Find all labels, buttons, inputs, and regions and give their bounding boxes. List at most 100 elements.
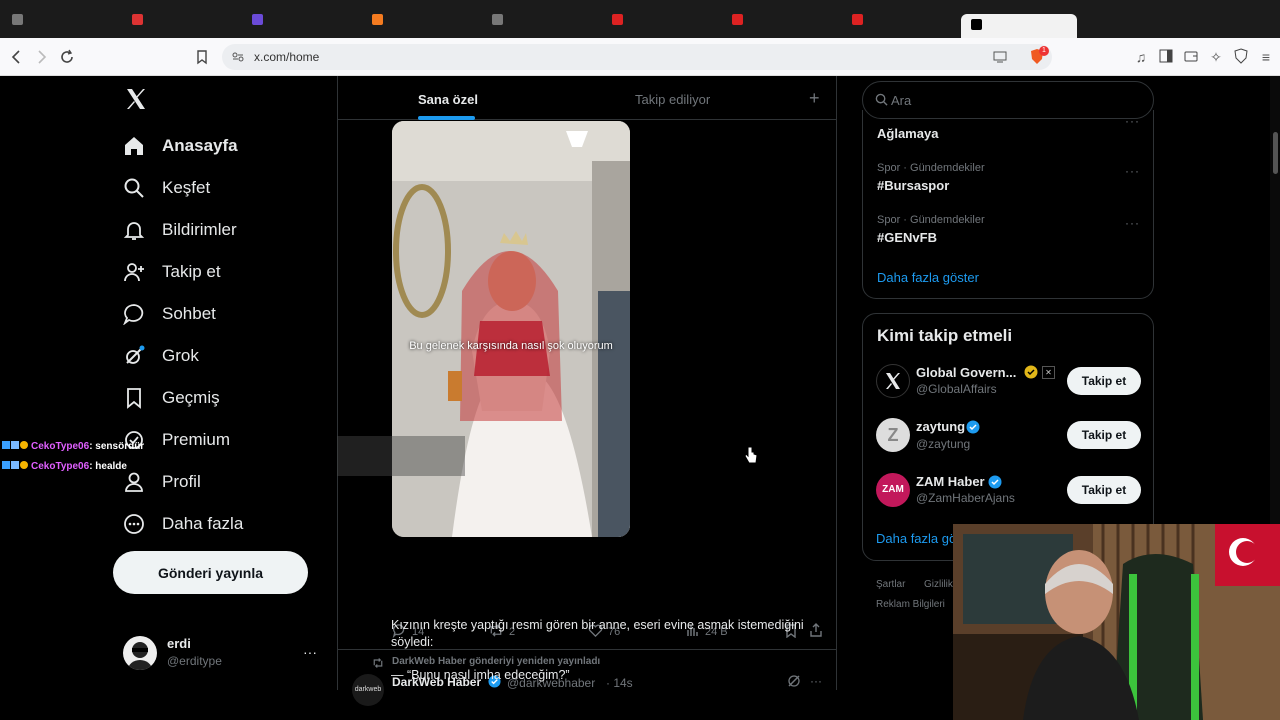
chat-username: CekoType06 [31, 461, 90, 472]
trends-card: Ağlamaya ··· Spor · Gündemdekiler #Bursa… [862, 110, 1154, 299]
nav-home[interactable]: Anasayfa [122, 128, 238, 164]
nav-label: Premium [162, 430, 231, 449]
trend-meta: Spor · Gündemdekiler [877, 214, 985, 226]
nav-label: Takip et [162, 262, 221, 281]
nav-label: Daha fazla [162, 514, 244, 533]
footer-terms-link[interactable]: Şartlar [876, 579, 905, 590]
account-switcher[interactable]: erdi @erditype ··· [113, 628, 323, 676]
nav-profile[interactable]: Profil [122, 464, 201, 500]
browser-tab[interactable] [12, 14, 122, 32]
bell-icon [122, 218, 146, 242]
nav-follow[interactable]: Takip et [122, 254, 221, 290]
suggestion-name[interactable]: zaytung [916, 419, 965, 434]
suggestion-avatar[interactable]: Z [876, 418, 910, 452]
trend-name: #Bursaspor [877, 178, 950, 193]
feed-column: Sana özel Takip ediliyor + Bu gelenek ka… [337, 76, 837, 706]
suggestion-avatar[interactable]: ZAM [876, 473, 910, 507]
sidebar-toggle-icon[interactable] [1157, 48, 1175, 66]
suggestion-handle[interactable]: @ZamHaberAjans [916, 491, 1015, 505]
suggestion-handle[interactable]: @zaytung [916, 437, 970, 451]
nav-explore[interactable]: Keşfet [122, 170, 210, 206]
scrollbar-thumb[interactable] [1273, 132, 1278, 174]
tab-favicon-icon [132, 14, 143, 25]
chat-badge-icon [20, 441, 28, 449]
trend-more-icon[interactable]: ··· [1125, 114, 1140, 128]
bookmark-icon [122, 386, 146, 410]
follow-button[interactable]: Takip et [1067, 421, 1141, 449]
nav-grok[interactable]: Grok [122, 338, 199, 374]
music-icon[interactable]: ♫ [1132, 48, 1150, 66]
address-bar[interactable]: x.com/home 1 [222, 44, 1052, 70]
show-more-trends-link[interactable]: Daha fazla göster [877, 270, 979, 285]
trend-item[interactable]: Ağlamaya [877, 126, 938, 141]
follow-button[interactable]: Takip et [1067, 367, 1141, 395]
nav-premium[interactable]: Premium [122, 422, 230, 458]
suggestion-handle[interactable]: @GlobalAffairs [916, 382, 997, 396]
tab-favicon-icon [732, 14, 743, 25]
chat-message: : healde [89, 461, 127, 472]
x-logo-icon[interactable] [124, 87, 148, 116]
browser-toolbar: x.com/home 1 ♫ ✧ ≡ [0, 38, 1280, 76]
nav-chat[interactable]: Sohbet [122, 296, 216, 332]
leo-ai-icon[interactable]: ✧ [1207, 48, 1225, 66]
add-tab-icon[interactable]: + [809, 88, 820, 109]
vpn-icon[interactable] [1232, 48, 1250, 66]
post-author-avatar[interactable]: darkweb [352, 674, 384, 706]
browser-tab[interactable] [612, 14, 722, 32]
tab-for-you[interactable]: Sana özel [418, 92, 478, 107]
nav-bookmarks[interactable]: Geçmiş [122, 380, 220, 416]
chat-message: : sensördür [89, 441, 145, 452]
footer-privacy-link[interactable]: Gizlilik [924, 579, 953, 590]
browser-tab[interactable] [372, 14, 482, 32]
browser-tab[interactable] [732, 14, 842, 32]
nav-label: Sohbet [162, 304, 216, 323]
menu-icon[interactable]: ≡ [1257, 48, 1275, 66]
browser-tab-active[interactable] [961, 14, 1077, 38]
chat-badge-icon [20, 461, 28, 469]
search-icon [122, 176, 146, 200]
chat-badge-icon [11, 461, 19, 469]
show-more-suggestions-link[interactable]: Daha fazla gö [876, 531, 956, 546]
video-progress-overlay [337, 436, 465, 476]
bookmark-page-icon[interactable] [193, 48, 211, 66]
nav-label: Keşfet [162, 178, 211, 197]
url-text: x.com/home [254, 50, 320, 64]
trend-item[interactable]: Spor · Gündemdekiler #GENvFB [877, 214, 985, 245]
suggestion-avatar[interactable] [876, 364, 910, 398]
browser-tab-strip [0, 0, 1280, 38]
browser-tab[interactable] [132, 14, 242, 32]
account-handle: @erditype [167, 654, 222, 668]
tab-favicon-icon [372, 14, 383, 25]
suggestion-name[interactable]: ZAM Haber [916, 474, 985, 489]
trend-more-icon[interactable]: ··· [1125, 164, 1140, 178]
trend-more-icon[interactable]: ··· [1125, 216, 1140, 230]
gold-verified-badge-icon [1024, 365, 1038, 384]
chat-badge-icon [11, 441, 19, 449]
browser-tab[interactable] [852, 14, 952, 32]
reload-icon[interactable] [58, 48, 76, 66]
follow-icon [122, 260, 146, 284]
trend-item[interactable]: Spor · Gündemdekiler #Bursaspor [877, 162, 985, 193]
site-settings-icon[interactable] [231, 50, 245, 69]
browser-tab[interactable] [492, 14, 602, 32]
wallet-icon[interactable] [1182, 48, 1200, 66]
footer-ads-link[interactable]: Reklam Bilgileri [876, 599, 945, 610]
nav-more[interactable]: Daha fazla [122, 506, 243, 542]
forward-icon[interactable] [32, 48, 50, 66]
profile-icon [122, 470, 146, 494]
tab-favicon-icon [492, 14, 503, 25]
account-name: erdi [167, 636, 191, 651]
browser-tab[interactable] [252, 14, 362, 32]
suggestion-name[interactable]: Global Govern... [916, 365, 1016, 380]
follow-button[interactable]: Takip et [1067, 476, 1141, 504]
install-app-icon[interactable] [992, 49, 1008, 70]
nav-notifications[interactable]: Bildirimler [122, 212, 237, 248]
tab-favicon-icon [852, 14, 863, 25]
back-icon[interactable] [8, 48, 26, 66]
shield-badge: 1 [1039, 46, 1049, 56]
tab-following[interactable]: Takip ediliyor [635, 92, 710, 107]
tab-favicon-icon [12, 14, 23, 25]
more-options-icon[interactable]: ··· [303, 644, 317, 660]
post-button[interactable]: Gönderi yayınla [113, 551, 308, 594]
repost-indicator-icon [372, 656, 384, 674]
